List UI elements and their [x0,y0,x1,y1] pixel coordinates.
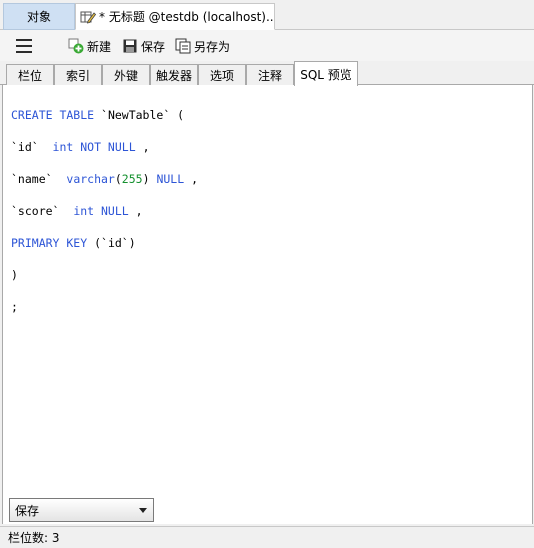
sql-line-5: PRIMARY KEY (`id`) [11,236,136,250]
tab-foreign-keys[interactable]: 外键 [102,64,150,85]
sql-line-7: ; [11,300,18,314]
document-tabs: 对象 * 无标题 @testdb (localhost)... [0,0,534,30]
tab-untitled-table[interactable]: * 无标题 @testdb (localhost)... [75,3,275,30]
sql-line-2: `id` int NOT NULL , [11,140,150,154]
save-button[interactable]: 保存 [122,37,165,55]
tab-indexes-label: 索引 [65,68,90,83]
sql-line-3: `name` varchar(255) NULL , [11,172,198,186]
tab-objects-label: 对象 [26,10,51,24]
new-icon [68,38,84,54]
status-bar: 栏位数: 3 [0,526,534,548]
tab-sql-preview[interactable]: SQL 预览 [294,61,358,86]
menu-icon[interactable] [16,39,32,53]
field-count: 栏位数: 3 [8,531,60,545]
save-as-icon [175,38,191,54]
sql-line-1: CREATE TABLE `NewTable` ( [11,108,185,122]
tab-comment[interactable]: 注释 [246,64,294,85]
tab-options[interactable]: 选项 [198,64,246,85]
tab-indexes[interactable]: 索引 [54,64,102,85]
tab-comment-label: 注释 [257,68,282,83]
tab-fields-label: 栏位 [17,68,42,83]
statement-select-value: 保存 [15,503,40,518]
tab-title: * 无标题 @testdb (localhost)... [99,10,275,24]
statement-select[interactable]: 保存 [9,498,154,522]
sql-code: CREATE TABLE `NewTable` ( `id` int NOT N… [11,91,198,347]
tab-options-label: 选项 [209,68,234,83]
edit-table-icon [80,11,96,24]
tab-objects[interactable]: 对象 [3,3,75,30]
new-button[interactable]: 新建 [68,37,111,55]
chevron-down-icon [139,508,147,513]
tab-triggers[interactable]: 触发器 [150,64,198,85]
save-as-button[interactable]: 另存为 [175,37,230,55]
property-tabs: 栏位 索引 外键 触发器 选项 注释 SQL 预览 [0,61,534,86]
sql-preview-editor[interactable]: CREATE TABLE `NewTable` ( `id` int NOT N… [2,85,533,524]
save-icon [123,39,137,53]
tab-fields[interactable]: 栏位 [6,64,54,85]
sql-line-6: ) [11,268,18,282]
tab-foreign-keys-label: 外键 [113,68,138,83]
save-as-label: 另存为 [194,39,231,54]
toolbar: 新建 保存 另存为 [0,30,534,61]
tab-sql-preview-label: SQL 预览 [300,67,352,82]
sql-line-4: `score` int NULL , [11,204,143,218]
tab-triggers-label: 触发器 [155,68,192,83]
save-label: 保存 [141,39,166,54]
new-label: 新建 [87,39,112,54]
